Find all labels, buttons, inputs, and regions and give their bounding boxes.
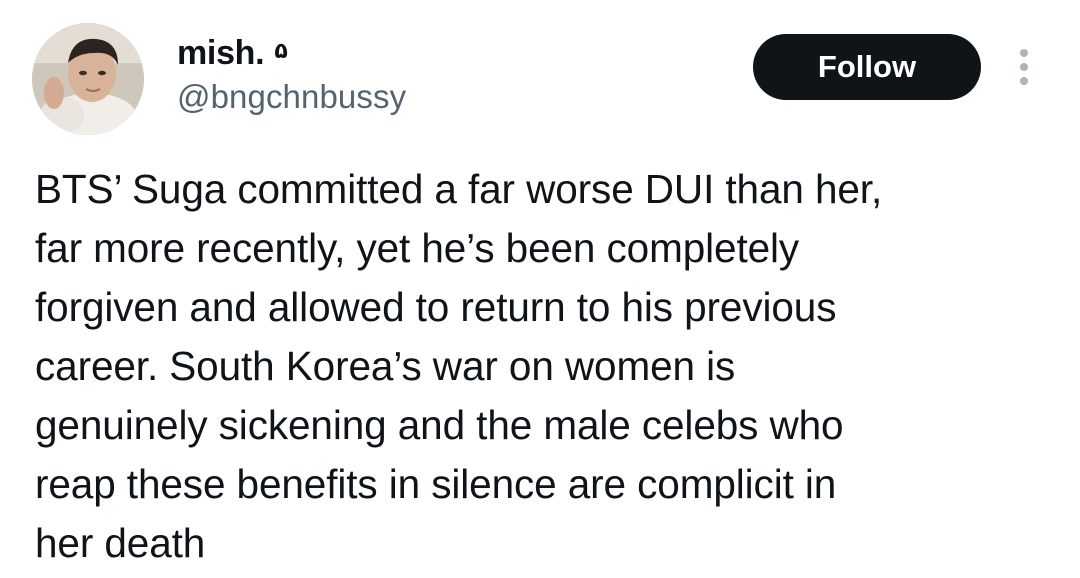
tweet-text-line: BTS’ Suga committed a far worse DUI than… bbox=[35, 166, 883, 212]
display-name[interactable]: mish. bbox=[177, 34, 265, 73]
tweet-card: mish. ۵ @bngchnbussy Follow BTS’ Suga co… bbox=[0, 0, 1080, 578]
vertical-ellipsis-icon bbox=[1020, 49, 1028, 85]
avatar[interactable] bbox=[32, 23, 144, 135]
more-options-button[interactable] bbox=[1004, 44, 1044, 90]
avatar-photo bbox=[32, 23, 144, 135]
tweet-text-line: her death bbox=[35, 520, 206, 566]
tweet-text-line: far more recently, yet he’s been complet… bbox=[35, 225, 800, 271]
follow-button[interactable]: Follow bbox=[753, 34, 981, 100]
tweet-text-line: forgiven and allowed to return to his pr… bbox=[35, 284, 837, 330]
user-handle[interactable]: @bngchnbussy bbox=[177, 78, 406, 116]
name-emoji-glyph: ۵ bbox=[274, 38, 288, 63]
tweet-text: BTS’ Suga committed a far worse DUI than… bbox=[35, 160, 1055, 573]
tweet-text-line: reap these benefits in silence are compl… bbox=[35, 461, 837, 507]
tweet-text-line: career. South Korea’s war on women is bbox=[35, 343, 736, 389]
name-row: mish. ۵ bbox=[177, 31, 288, 75]
tweet-text-line: genuinely sickening and the male celebs … bbox=[35, 402, 844, 448]
